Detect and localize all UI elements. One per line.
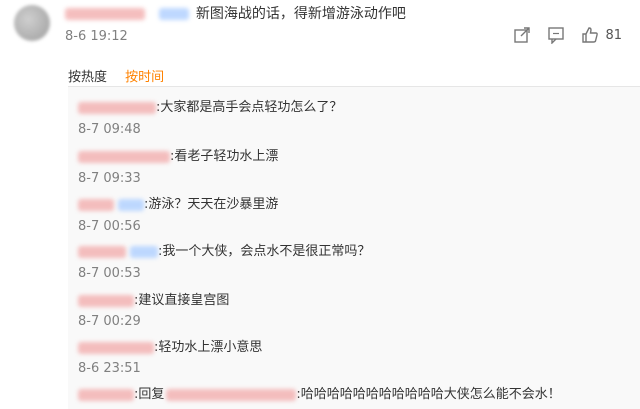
reply-text: :大家都是高手会点轻功怎么了？ (156, 100, 343, 115)
reply-item: :大家都是高手会点轻功怎么了？ (78, 96, 342, 115)
reply-target-blurred[interactable] (166, 388, 297, 401)
comment-icon[interactable] (547, 26, 565, 45)
reply-time: 8-7 00:56 (78, 219, 141, 234)
main-comment-time: 8-6 19:12 (65, 29, 128, 44)
reply-text: :轻功水上漂小意思 (154, 340, 263, 355)
reply-username-blurred[interactable] (78, 101, 156, 114)
reply-time: 8-7 09:33 (78, 171, 141, 186)
mention-blurred[interactable] (159, 8, 190, 20)
reply-text: :建议直接皇宫图 (134, 293, 230, 308)
reply-username-blurred-blue[interactable] (118, 198, 144, 211)
sort-by-time[interactable]: 按时间 (125, 70, 164, 85)
username-blurred[interactable] (65, 8, 145, 20)
reply-item: :轻功水上漂小意思 (78, 336, 262, 355)
reply-text: :哈哈哈哈哈哈哈哈哈哈哈大侠怎么能不会水！ (296, 387, 561, 402)
reply-text: :游泳？天天在沙暴里游 (144, 197, 279, 212)
like-button[interactable]: 81 (581, 26, 622, 44)
reply-text: :看老子轻功水上漂 (170, 149, 279, 164)
reply-username-blurred[interactable] (78, 150, 170, 163)
reply-prefix: :回复 (134, 387, 165, 402)
reply-username-blurred[interactable] (78, 198, 114, 211)
reply-item: :我一个大侠，会点水不是很正常吗？ (78, 240, 370, 259)
reply-time: 8-6 23:51 (78, 361, 141, 376)
comment-actions: 81 (513, 26, 622, 45)
sort-tabs: 按热度 按时间 (68, 66, 178, 85)
reply-item: :建议直接皇宫图 (78, 289, 229, 308)
reply-time: 8-7 00:53 (78, 266, 141, 281)
reply-time: 8-7 00:29 (78, 314, 141, 329)
reply-username-blurred[interactable] (78, 245, 126, 258)
main-comment-text: 新图海战的话，得新增游泳动作吧 (195, 6, 406, 22)
main-comment: 新图海战的话，得新增游泳动作吧 (65, 3, 406, 25)
reply-item: :看老子轻功水上漂 (78, 145, 278, 164)
reply-username-blurred[interactable] (78, 388, 134, 401)
share-icon[interactable] (513, 26, 531, 44)
sort-by-hot[interactable]: 按热度 (68, 70, 107, 85)
reply-text: :我一个大侠，会点水不是很正常吗？ (158, 244, 371, 259)
reply-item: :回复 :哈哈哈哈哈哈哈哈哈哈哈大侠怎么能不会水！ (78, 383, 561, 402)
reply-item: :游泳？天天在沙暴里游 (78, 193, 278, 212)
like-icon (581, 26, 599, 44)
reply-time: 8-7 09:48 (78, 122, 141, 137)
reply-username-blurred[interactable] (78, 294, 134, 307)
reply-username-blurred[interactable] (78, 341, 154, 354)
like-count: 81 (605, 27, 622, 43)
reply-username-blurred-blue[interactable] (130, 245, 158, 258)
avatar[interactable] (14, 5, 50, 41)
